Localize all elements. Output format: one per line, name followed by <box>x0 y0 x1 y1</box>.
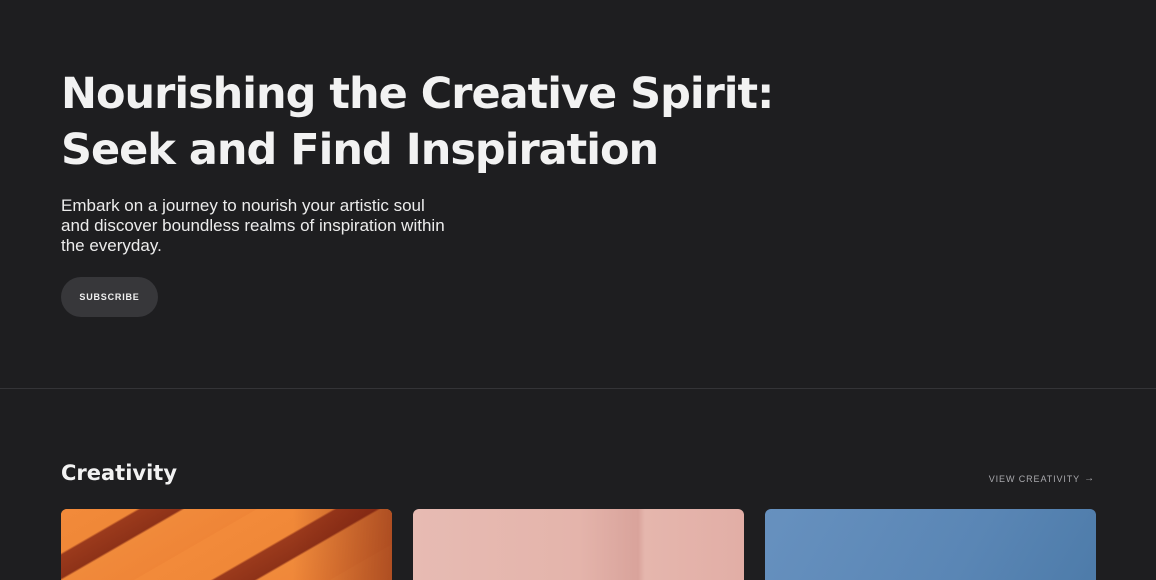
page-title: Nourishing the Creative Spirit: Seek and… <box>61 66 821 178</box>
section-title-creativity: Creativity <box>61 461 178 485</box>
arrow-right-icon: → <box>1084 473 1095 484</box>
page-title-line-1: Nourishing the Creative Spirit: <box>61 69 774 119</box>
page-title-line-2: Seek and Find Inspiration <box>61 125 659 175</box>
view-creativity-link[interactable]: VIEW CREATIVITY → <box>988 473 1095 485</box>
card-image-pink <box>413 509 744 580</box>
section-divider <box>0 388 1156 389</box>
subscribe-button[interactable]: SUBSCRIBE <box>61 277 158 317</box>
hero-section: Nourishing the Creative Spirit: Seek and… <box>61 66 821 256</box>
article-card-3[interactable] <box>765 509 1096 580</box>
article-card-2[interactable] <box>413 509 744 580</box>
card-image-blue <box>765 509 1096 580</box>
view-creativity-label: VIEW CREATIVITY <box>988 474 1081 484</box>
card-image-shadow <box>61 509 392 580</box>
article-card-1[interactable] <box>61 509 392 580</box>
hero-subtitle: Embark on a journey to nourish your arti… <box>61 196 445 255</box>
